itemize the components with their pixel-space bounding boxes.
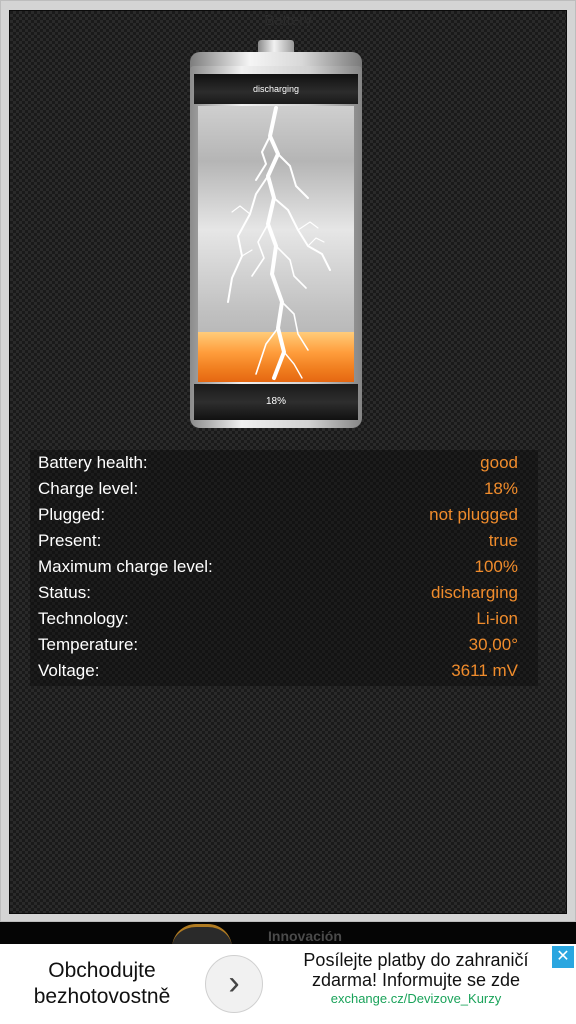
info-label: Maximum charge level: bbox=[38, 557, 213, 576]
info-label: Status: bbox=[38, 583, 91, 602]
page-title: Battery bbox=[264, 12, 312, 29]
info-value: not plugged bbox=[429, 505, 518, 524]
info-row-plugged: Plugged: not plugged bbox=[38, 502, 530, 528]
info-row-temperature: Temperature: 30,00° bbox=[38, 632, 530, 658]
battery-status-label: discharging bbox=[194, 74, 358, 104]
info-row-max-charge: Maximum charge level: 100% bbox=[38, 554, 530, 580]
battery-level-window bbox=[198, 106, 354, 382]
info-value: Li-ion bbox=[476, 609, 518, 628]
info-row-charge-level: Charge level: 18% bbox=[38, 476, 530, 502]
info-value: true bbox=[488, 531, 518, 550]
info-label: Technology: bbox=[38, 609, 129, 628]
info-value: 3611 mV bbox=[451, 661, 518, 680]
info-value: good bbox=[480, 453, 518, 472]
lightning-bolt-icon bbox=[227, 106, 331, 380]
info-value: discharging bbox=[431, 583, 518, 602]
info-value: 18% bbox=[483, 479, 518, 498]
info-label: Plugged: bbox=[38, 505, 106, 524]
ad-url-link[interactable]: exchange.cz/Devizove_Kurzy bbox=[278, 990, 554, 1008]
battery-percent-label: 18% bbox=[194, 384, 358, 420]
info-label: Charge level: bbox=[38, 479, 139, 498]
info-label: Battery health: bbox=[38, 453, 148, 472]
info-row-present: Present: true bbox=[38, 528, 530, 554]
ad-body-line1: Posílejte platby do zahraničí bbox=[303, 950, 529, 970]
ad-body[interactable]: Posílejte platby do zahraničí zdarma! In… bbox=[278, 950, 554, 1008]
info-row-status: Status: discharging bbox=[38, 580, 530, 606]
close-icon[interactable]: ✕ bbox=[552, 946, 574, 968]
info-value: 100% bbox=[474, 557, 518, 576]
ad-body-line2: zdarma! Informujte se zde bbox=[311, 970, 521, 990]
battery-graphic: discharging 18% bbox=[190, 40, 362, 430]
battery-info-table: Battery health: good Charge level: 18% P… bbox=[30, 450, 538, 686]
info-label: Voltage: bbox=[38, 661, 100, 680]
info-label: Temperature: bbox=[38, 635, 139, 654]
info-label: Present: bbox=[38, 531, 102, 550]
ad-headline[interactable]: Obchodujte bezhotovostně bbox=[0, 944, 204, 1024]
chevron-right-icon[interactable]: › bbox=[205, 955, 263, 1013]
info-row-health: Battery health: good bbox=[38, 450, 530, 476]
info-value: 30,00° bbox=[468, 635, 518, 654]
info-row-technology: Technology: Li-ion bbox=[38, 606, 530, 632]
ad-headline-line2: bezhotovostně bbox=[33, 985, 171, 1008]
ad-headline-line1: Obchodujte bbox=[48, 959, 156, 982]
info-row-voltage: Voltage: 3611 mV bbox=[38, 658, 530, 684]
